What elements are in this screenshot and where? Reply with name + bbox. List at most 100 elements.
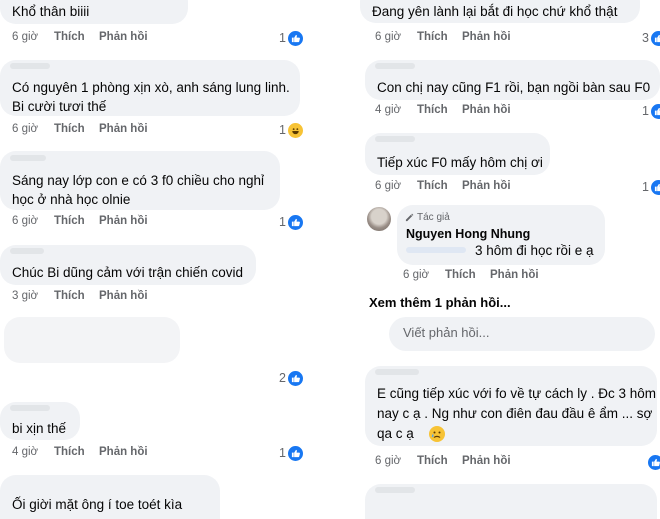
blurred-commenter-name	[375, 136, 415, 142]
comment-time[interactable]: 6 giờ	[12, 123, 38, 135]
blurred-commenter-name	[10, 405, 50, 411]
reply-actions: 6 giờ Thích Phản hồi	[403, 269, 603, 285]
haha-icon	[287, 122, 303, 138]
reaction-count: 1	[642, 180, 649, 194]
like-button[interactable]: Thích	[445, 269, 476, 281]
reaction-summary[interactable]: 1	[279, 29, 303, 47]
like-button[interactable]: Thích	[54, 290, 85, 302]
like-icon	[287, 445, 303, 461]
comment-time[interactable]: 6 giờ	[12, 31, 38, 43]
reaction-count: 3	[642, 31, 649, 45]
comment-text: Khổ thân biiii	[12, 4, 90, 19]
reply-button[interactable]: Phản hồi	[99, 446, 148, 458]
reaction-summary[interactable]: 1	[642, 102, 660, 120]
reply-input-box[interactable]	[389, 317, 655, 351]
reply-text: 3 hôm đi học rồi e ạ	[475, 243, 594, 258]
comment-actions: 6 giờ Thích Phản hồi	[375, 31, 625, 47]
reply-button[interactable]: Phản hồi	[99, 215, 148, 227]
like-button[interactable]: Thích	[417, 31, 448, 43]
comment-time[interactable]: 6 giờ	[375, 31, 401, 43]
reply-input[interactable]	[403, 325, 603, 340]
comment-actions: 4 giờ Thích Phản hồi	[12, 446, 292, 462]
author-reply-bubble: Tác giả Nguyen Hong Nhung 3 hôm đi học r…	[397, 205, 605, 265]
comment-actions: 4 giờ Thích Phản hồi	[375, 104, 625, 120]
like-button[interactable]: Thích	[54, 446, 85, 458]
reply-button[interactable]: Phản hồi	[99, 123, 148, 135]
comment-bubble: Khổ thân biiii	[0, 0, 188, 24]
right-comment-column: Đang yên lành lại bắt đi học chứ khổ thậ…	[345, 0, 660, 519]
comment-text: nay c ạ . Ng như con điên đau đầu ê ẩm .…	[377, 406, 653, 421]
comment-bubble: E cũng tiếp xúc với fo về tự cách ly . Đ…	[365, 366, 657, 446]
comment-time[interactable]: 4 giờ	[12, 446, 38, 458]
author-name[interactable]: Nguyen Hong Nhung	[406, 227, 530, 241]
comment-text: Có nguyên 1 phòng xịn xò, anh sáng lung …	[12, 80, 290, 95]
comment-text: Ối giời mặt ông í toe toét kìa	[12, 497, 183, 512]
like-icon	[650, 30, 660, 46]
reply-time[interactable]: 6 giờ	[403, 269, 429, 281]
column-divider	[331, 0, 344, 519]
comment-time[interactable]: 3 giờ	[12, 290, 38, 302]
like-button[interactable]: Thích	[417, 180, 448, 192]
see-more-replies-link[interactable]: Xem thêm 1 phản hồi...	[369, 295, 511, 310]
comment-bubble: bi xịn thế	[0, 402, 80, 440]
like-icon	[650, 103, 660, 119]
blurred-mention	[406, 247, 466, 253]
like-button[interactable]: Thích	[417, 104, 448, 116]
comment-bubble: Tiếp xúc F0 mấy hôm chị ơi	[365, 133, 550, 175]
author-avatar[interactable]	[367, 207, 391, 231]
reply-button[interactable]: Phản hồi	[99, 290, 148, 302]
like-icon	[287, 214, 303, 230]
comment-text: Đang yên lành lại bắt đi học chứ khổ thậ…	[372, 4, 618, 19]
reply-button[interactable]: Phản hồi	[462, 31, 511, 43]
comment-time[interactable]: 4 giờ	[375, 104, 401, 116]
sad-icon	[429, 426, 445, 442]
comment-bubble: Có nguyên 1 phòng xịn xò, anh sáng lung …	[0, 60, 300, 116]
reaction-count: 1	[279, 123, 286, 137]
reaction-summary[interactable]: 1	[279, 444, 303, 462]
reaction-count: 2	[279, 371, 286, 385]
comment-text: qa c ạ	[377, 426, 414, 441]
comment-actions: 6 giờ Thích Phản hồi	[375, 455, 625, 471]
reaction-summary[interactable]: 1	[279, 213, 303, 231]
comment-bubble: Con chị nay cũng F1 rồi, bạn ngồi bàn sa…	[365, 60, 660, 100]
pencil-icon	[405, 213, 414, 222]
like-button[interactable]: Thích	[417, 455, 448, 467]
like-button[interactable]: Thích	[54, 215, 85, 227]
comment-text: học ở nhà học olnie	[12, 192, 131, 207]
like-button[interactable]: Thích	[54, 123, 85, 135]
like-icon	[287, 370, 303, 386]
reply-button[interactable]: Phản hồi	[462, 455, 511, 467]
reaction-count: 1	[642, 104, 649, 118]
comment-text: Chúc Bi dũng cảm với trận chiến covid	[12, 265, 243, 280]
comment-text: Tiếp xúc F0 mấy hôm chị ơi	[377, 155, 543, 170]
like-icon	[287, 30, 303, 46]
like-button[interactable]: Thích	[54, 31, 85, 43]
author-badge-label: Tác giả	[417, 212, 450, 223]
reaction-summary[interactable]: 1	[279, 121, 303, 139]
comment-actions: 6 giờ Thích Phản hồi	[12, 215, 292, 231]
left-comment-column: Khổ thân biiii 6 giờ Thích Phản hồi 1 Có…	[0, 0, 330, 519]
reply-button[interactable]: Phản hồi	[462, 104, 511, 116]
comment-time[interactable]: 6 giờ	[375, 180, 401, 192]
comment-bubble: Đang yên lành lại bắt đi học chứ khổ thậ…	[360, 0, 640, 23]
reaction-summary[interactable]	[648, 453, 660, 471]
author-badge: Tác giả	[405, 212, 450, 223]
comment-bubble: Chúc Bi dũng cảm với trận chiến covid	[0, 245, 256, 285]
comment-time[interactable]: 6 giờ	[12, 215, 38, 227]
reaction-summary[interactable]: 2	[279, 369, 303, 387]
comment-time[interactable]: 6 giờ	[375, 455, 401, 467]
comment-bubble	[365, 484, 657, 519]
comment-bubble: Sáng nay lớp con e có 3 f0 chiều cho ngh…	[0, 151, 280, 210]
like-icon	[648, 454, 660, 470]
reaction-summary[interactable]: 3	[642, 29, 660, 47]
comment-text: Bi cười tươi thế	[12, 99, 107, 114]
reply-button[interactable]: Phản hồi	[462, 180, 511, 192]
comment-actions: 3 giờ Thích Phản hồi	[12, 290, 292, 306]
comment-text: Sáng nay lớp con e có 3 f0 chiều cho ngh…	[12, 173, 265, 188]
comment-actions: 6 giờ Thích Phản hồi	[12, 31, 292, 47]
comment-text: E cũng tiếp xúc với fo về tự cách ly . Đ…	[377, 386, 657, 401]
blurred-commenter-name	[10, 63, 50, 69]
reaction-summary[interactable]: 1	[642, 178, 660, 196]
reply-button[interactable]: Phản hồi	[490, 269, 539, 281]
reply-button[interactable]: Phản hồi	[99, 31, 148, 43]
